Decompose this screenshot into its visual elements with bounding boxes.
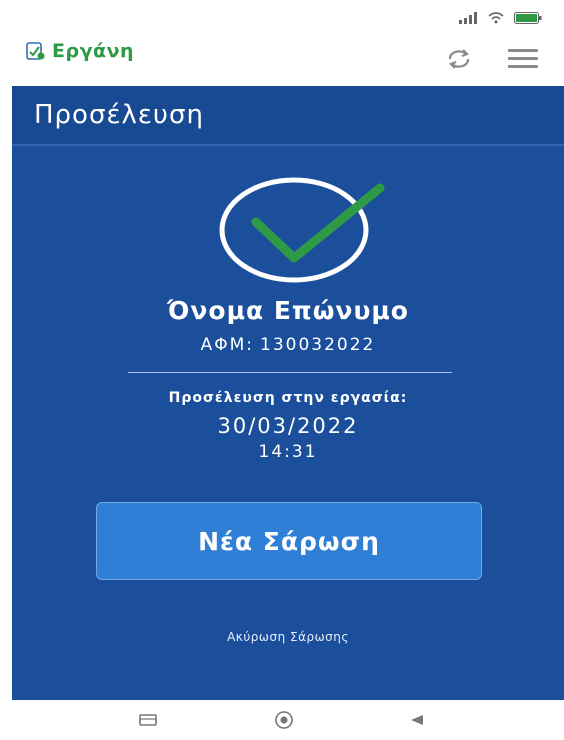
attendance-date: 30/03/2022: [217, 414, 359, 438]
attendance-label: Προσέλευση στην εργασία:: [168, 390, 408, 406]
back-icon[interactable]: [404, 710, 428, 730]
afm-label: ΑΦΜ:: [200, 335, 255, 355]
signal-icon: [459, 12, 477, 24]
divider: [128, 372, 452, 373]
employee-name: Όνομα Επώνυμο: [167, 296, 409, 325]
page-title: Προσέλευση: [34, 100, 204, 130]
app-name: Εργάνη: [52, 40, 135, 62]
afm-value: 130032022: [260, 335, 376, 355]
wifi-icon: [488, 12, 504, 24]
ergani-logo-icon: [26, 42, 45, 60]
check-circle-icon: [219, 177, 385, 283]
sync-icon[interactable]: [446, 48, 472, 69]
cancel-scan-link[interactable]: Ακύρωση Σάρωσης: [12, 630, 564, 644]
new-scan-button[interactable]: Νέα Σάρωση: [96, 502, 482, 580]
app-logo: Εργάνη: [26, 40, 134, 62]
attendance-time: 14:31: [258, 442, 318, 462]
status-bar: [458, 12, 542, 24]
attendance-panel: Προσέλευση Όνομα Επώνυμο ΑΦΜ: 130032022 Π…: [12, 86, 564, 700]
battery-icon: [514, 12, 542, 24]
navigation-bar: [0, 700, 564, 740]
recent-apps-icon[interactable]: [136, 710, 160, 730]
app-bar: Εργάνη: [0, 0, 564, 86]
afm-row: ΑΦΜ: 130032022: [12, 335, 564, 355]
page-title-bar: Προσέλευση: [12, 86, 564, 146]
menu-icon[interactable]: [508, 44, 538, 73]
home-icon[interactable]: [272, 710, 296, 730]
